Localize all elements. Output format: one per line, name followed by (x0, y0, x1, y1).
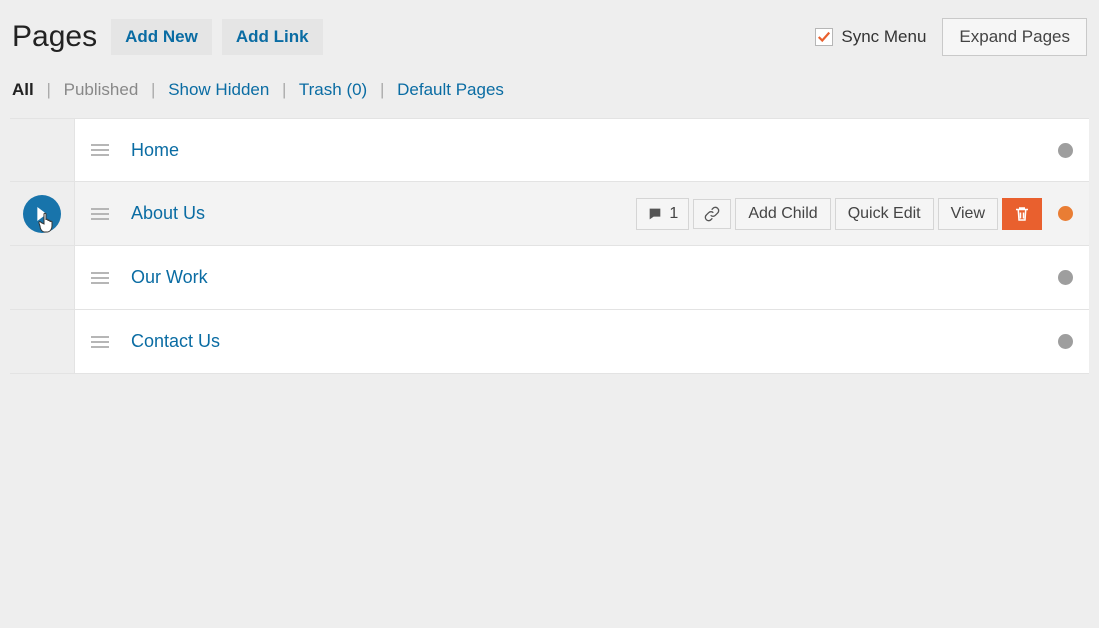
page-title-link[interactable]: Home (131, 140, 179, 161)
filter-bar: All | Published | Show Hidden | Trash (0… (0, 60, 1099, 118)
filter-default-pages[interactable]: Default Pages (397, 80, 504, 99)
filter-trash[interactable]: Trash (0) (299, 80, 367, 99)
comments-count: 1 (669, 205, 678, 223)
page-row: About Us 1 Add Child Quick Edit View (10, 182, 1089, 246)
expand-pages-button[interactable]: Expand Pages (942, 18, 1087, 56)
expand-cell (10, 119, 74, 181)
expand-cell (10, 310, 74, 373)
filter-all[interactable]: All (12, 80, 34, 99)
quick-edit-button[interactable]: Quick Edit (835, 198, 934, 230)
caret-right-icon (35, 207, 49, 221)
pages-list: Home About Us 1 (10, 118, 1089, 374)
sync-menu-checkbox[interactable]: Sync Menu (815, 27, 926, 47)
filter-show-hidden[interactable]: Show Hidden (168, 80, 269, 99)
trash-button[interactable] (1002, 198, 1042, 230)
expand-toggle-button[interactable] (23, 195, 61, 233)
comment-icon (647, 206, 663, 222)
expand-cell (10, 182, 74, 245)
drag-handle-icon[interactable] (91, 335, 109, 349)
comments-button[interactable]: 1 (636, 198, 689, 230)
status-dot-icon (1058, 270, 1073, 285)
page-header: Pages Add New Add Link Sync Menu Expand … (0, 0, 1099, 60)
status-dot-icon (1058, 206, 1073, 221)
page-title-link[interactable]: Contact Us (131, 331, 220, 352)
page-title-link[interactable]: About Us (131, 203, 205, 224)
expand-cell (10, 246, 74, 309)
drag-handle-icon[interactable] (91, 271, 109, 285)
drag-handle-icon[interactable] (91, 143, 109, 157)
checkbox-icon (815, 28, 833, 46)
add-new-button[interactable]: Add New (111, 19, 212, 55)
status-dot-icon (1058, 143, 1073, 158)
page-title-link[interactable]: Our Work (131, 267, 208, 288)
trash-icon (1013, 205, 1031, 223)
row-actions: 1 Add Child Quick Edit View (636, 198, 1042, 230)
drag-handle-icon[interactable] (91, 207, 109, 221)
add-link-button[interactable]: Add Link (222, 19, 323, 55)
sync-menu-label: Sync Menu (841, 27, 926, 47)
link-icon (704, 206, 720, 222)
page-row: Contact Us (10, 310, 1089, 374)
page-row: Our Work (10, 246, 1089, 310)
filter-published: Published (64, 80, 139, 99)
page-row: Home (10, 118, 1089, 182)
view-button[interactable]: View (938, 198, 998, 230)
status-dot-icon (1058, 334, 1073, 349)
add-child-button[interactable]: Add Child (735, 198, 830, 230)
page-title: Pages (12, 20, 97, 54)
link-button[interactable] (693, 199, 731, 229)
